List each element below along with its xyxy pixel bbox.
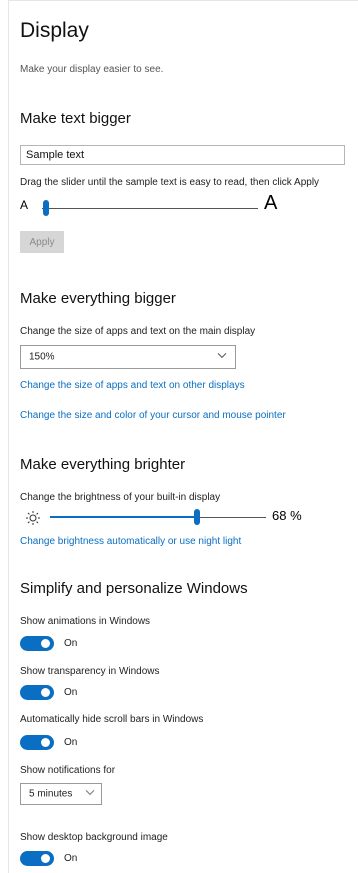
transparency-toggle[interactable] (20, 685, 54, 700)
large-a-label: A (264, 192, 278, 214)
sample-text-input[interactable] (20, 145, 345, 165)
toggle-knob (41, 688, 50, 697)
toggle-knob (41, 854, 50, 863)
text-bigger-heading: Make text bigger (20, 110, 131, 127)
everything-brighter-heading: Make everything brighter (20, 456, 186, 473)
scrollbars-state: On (64, 737, 78, 748)
page-subtitle: Make your display easier to see. (20, 64, 164, 75)
everything-bigger-heading: Make everything bigger (20, 290, 176, 307)
animations-label: Show animations in Windows (20, 616, 151, 627)
scale-dropdown-value: 150% (29, 351, 55, 363)
window-left-border (8, 0, 9, 873)
apply-button[interactable]: Apply (20, 231, 64, 253)
chevron-down-icon (85, 787, 95, 798)
cursor-pointer-link[interactable]: Change the size and color of your cursor… (20, 410, 286, 421)
transparency-label: Show transparency in Windows (20, 666, 160, 677)
brightness-slider-thumb[interactable] (194, 509, 200, 525)
night-light-link[interactable]: Change brightness automatically or use n… (20, 536, 241, 547)
scrollbars-toggle[interactable] (20, 735, 54, 750)
notifications-dropdown[interactable]: 5 minutes (20, 783, 102, 805)
other-displays-link[interactable]: Change the size of apps and text on othe… (20, 380, 245, 391)
animations-state: On (64, 638, 78, 649)
scale-dropdown[interactable]: 150% (20, 345, 236, 369)
chevron-down-icon (217, 350, 227, 361)
transparency-state: On (64, 687, 78, 698)
scrollbars-label: Automatically hide scroll bars in Window… (20, 714, 204, 725)
notifications-dropdown-value: 5 minutes (29, 788, 73, 800)
window-top-border (8, 0, 358, 1)
background-state: On (64, 853, 78, 864)
background-label: Show desktop background image (20, 832, 168, 843)
text-size-slider-track[interactable] (42, 208, 258, 209)
small-a-label: A (20, 198, 29, 212)
text-size-slider-thumb[interactable] (43, 200, 49, 216)
notifications-label: Show notifications for (20, 765, 116, 776)
text-slider-instruction: Drag the slider until the sample text is… (20, 177, 320, 188)
scale-description: Change the size of apps and text on the … (20, 326, 256, 337)
background-toggle[interactable] (20, 851, 54, 866)
brightness-description: Change the brightness of your built-in d… (20, 492, 221, 503)
simplify-heading: Simplify and personalize Windows (20, 580, 248, 597)
page-title: Display (20, 19, 89, 42)
animations-toggle[interactable] (20, 636, 54, 651)
toggle-knob (41, 738, 50, 747)
brightness-slider-fill (50, 516, 197, 518)
brightness-value: 68 % (272, 508, 302, 523)
sun-icon (25, 510, 41, 531)
toggle-knob (41, 639, 50, 648)
